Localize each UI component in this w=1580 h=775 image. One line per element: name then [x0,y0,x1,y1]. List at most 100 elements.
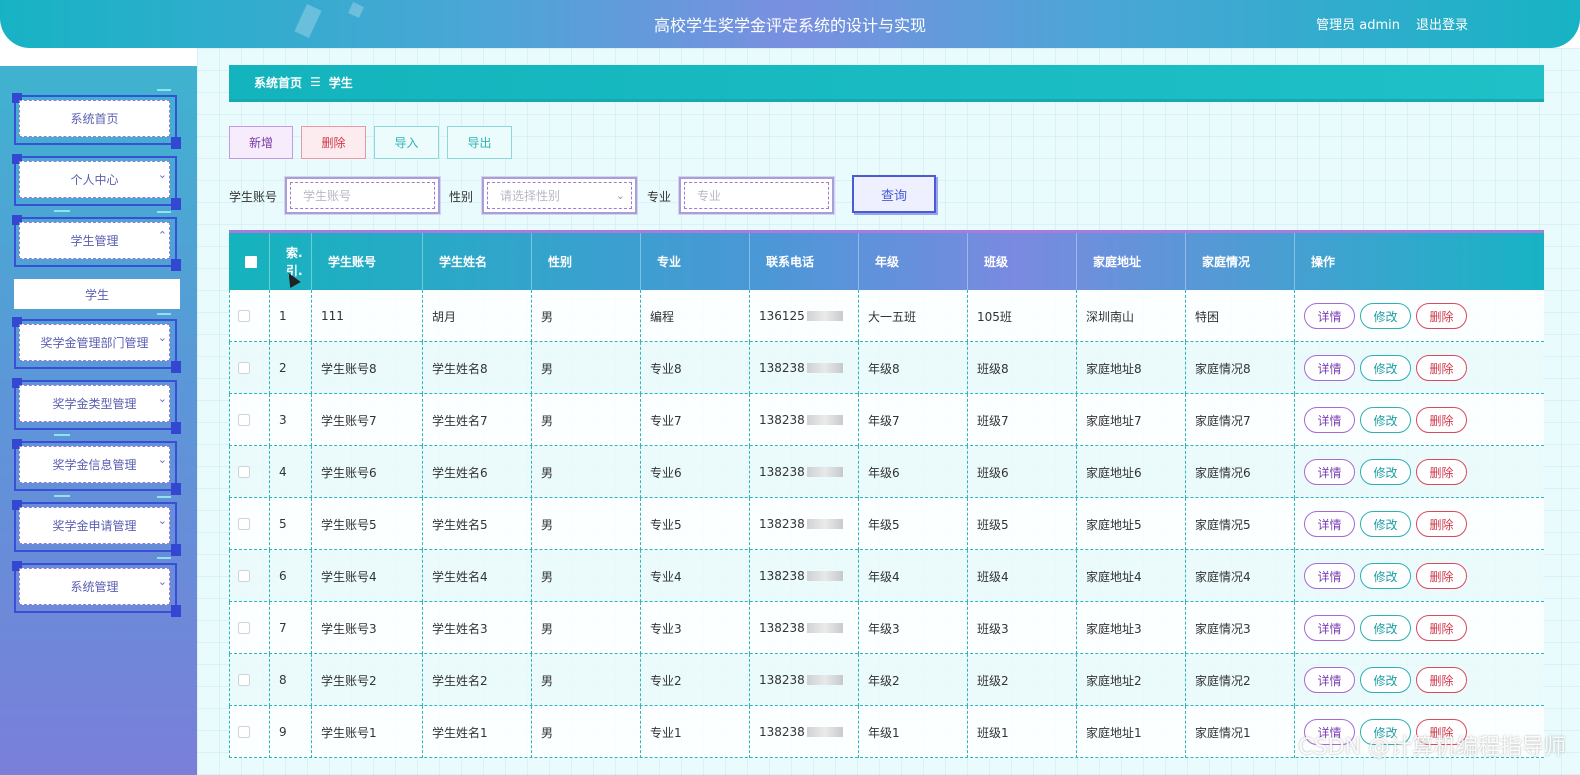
frame-tick [54,434,70,436]
row-checkbox[interactable] [238,310,250,322]
cell-address: 家庭地址2 [1077,654,1186,706]
row-checkbox[interactable] [238,362,250,374]
cell-index: 1 [270,290,312,342]
delete-button[interactable]: 删除 [1416,407,1467,433]
header-grade: 年级 [859,233,968,290]
edit-button[interactable]: 修改 [1360,667,1411,693]
edit-button[interactable]: 修改 [1360,407,1411,433]
cell-major: 专业2 [641,654,750,706]
export-button[interactable]: 导出 [447,126,512,159]
top-header: 高校学生奖学金评定系统的设计与实现 管理员 admin 退出登录 [0,0,1580,48]
select-all-checkbox[interactable] [245,255,257,268]
edit-button[interactable]: 修改 [1360,303,1411,329]
cell-index-text: 2 [279,361,287,375]
row-checkbox[interactable] [238,518,250,530]
sidebar-item-scholarship-dept[interactable]: 奖学金管理部门管理 ⌄ [12,313,181,373]
cell-family-text: 家庭情况1 [1195,725,1251,740]
cell-name: 学生姓名3 [423,602,532,654]
phone-redaction [806,519,843,529]
delete-button[interactable]: 删除 [1416,355,1467,381]
detail-button[interactable]: 详情 [1304,407,1355,433]
sidebar-item-label[interactable]: 系统首页 [19,100,170,137]
main-content: 系统首页 ☰ 学生 新增 删除 导入 导出 学生账号 学生账号 性别 请选择性别… [197,48,1580,775]
import-button[interactable]: 导入 [374,126,439,159]
sidebar-item-label[interactable]: 奖学金管理部门管理 [19,324,170,361]
cell-family: 家庭情况5 [1186,498,1295,550]
row-checkbox[interactable] [238,414,250,426]
batch-delete-button[interactable]: 删除 [301,126,366,159]
delete-button[interactable]: 删除 [1416,459,1467,485]
cell-class: 班级2 [968,654,1077,706]
cell-family: 家庭情况1 [1186,706,1295,758]
cell-family: 家庭情况7 [1186,394,1295,446]
delete-button[interactable]: 删除 [1416,303,1467,329]
gender-select[interactable]: 请选择性别 ⌄ [482,177,637,214]
table-row: 4 学生账号6 学生姓名6 男 专业6 138238 年级6 班级6 家庭地址6 家庭情况6 详情修… [229,446,1544,498]
phone-redaction [806,623,843,633]
major-input[interactable]: 专业 [679,177,834,214]
detail-button[interactable]: 详情 [1304,303,1355,329]
cell-grade: 年级7 [859,394,968,446]
sidebar-item-label[interactable]: 奖学金申请管理 [19,507,170,544]
detail-button[interactable]: 详情 [1304,355,1355,381]
sidebar-item-student-management[interactable]: 学生管理 ⌃ [12,211,181,271]
add-button[interactable]: 新增 [229,126,293,159]
major-placeholder[interactable]: 专业 [684,182,829,209]
edit-button[interactable]: 修改 [1360,511,1411,537]
cell-phone: 138238 [750,498,859,550]
header-actions: 操作 [1311,255,1336,269]
sidebar-item-label[interactable]: 学生管理 [19,222,170,259]
breadcrumb-current: 学生 [328,75,353,90]
delete-button[interactable]: 删除 [1416,563,1467,589]
sidebar-item-label[interactable]: 系统管理 [19,568,170,605]
row-checkbox[interactable] [238,570,250,582]
breadcrumb-home[interactable]: 系统首页 [254,74,302,91]
delete-button[interactable]: 删除 [1416,511,1467,537]
cell-select [229,706,270,758]
cell-name: 学生姓名6 [423,446,532,498]
sidebar-item-label[interactable]: 奖学金类型管理 [19,385,170,422]
header-index-top: 索. [286,245,303,260]
account-placeholder[interactable]: 学生账号 [290,182,435,209]
select-all-cell[interactable] [229,233,270,290]
gender-placeholder[interactable]: 请选择性别 [487,182,632,209]
cell-class-text: 班级7 [977,413,1009,428]
phone-redaction [806,363,843,373]
row-checkbox[interactable] [238,674,250,686]
query-button[interactable]: 查询 [852,175,936,213]
row-checkbox[interactable] [238,622,250,634]
delete-button[interactable]: 删除 [1416,615,1467,641]
cell-account: 111 [312,290,423,342]
sidebar-item-scholarship-type[interactable]: 奖学金类型管理 ⌄ [12,378,181,436]
sidebar-item-system-management[interactable]: 系统管理 ⌄ [12,557,181,617]
edit-button[interactable]: 修改 [1360,355,1411,381]
cell-name: 学生姓名2 [423,654,532,706]
detail-button[interactable]: 详情 [1304,615,1355,641]
detail-button[interactable]: 详情 [1304,563,1355,589]
edit-button[interactable]: 修改 [1360,459,1411,485]
detail-button[interactable]: 详情 [1304,511,1355,537]
edit-button[interactable]: 修改 [1360,615,1411,641]
row-checkbox[interactable] [238,726,250,738]
account-input[interactable]: 学生账号 [285,177,440,214]
sidebar-item-scholarship-info[interactable]: 奖学金信息管理 ⌄ [12,439,181,497]
cell-gender-text: 男 [541,725,554,740]
detail-button[interactable]: 详情 [1304,667,1355,693]
frame-tick [157,211,171,213]
logout-link[interactable]: 退出登录 [1416,14,1468,33]
sidebar-item-label[interactable]: 奖学金信息管理 [19,446,170,483]
row-checkbox[interactable] [238,466,250,478]
sidebar-item-personal-center[interactable]: 个人中心 ⌄ [12,154,181,212]
cell-name-text: 学生姓名7 [432,413,488,428]
edit-button[interactable]: 修改 [1360,563,1411,589]
cell-gender: 男 [532,290,641,342]
sidebar-item-scholarship-application[interactable]: 奖学金申请管理 ⌄ [12,496,181,556]
sidebar-subitem-student[interactable]: 学生 [14,279,180,309]
cell-class-text: 班级1 [977,725,1009,740]
sidebar-item-label[interactable]: 个人中心 [19,161,170,198]
sidebar-item-home[interactable]: 系统首页 [12,89,181,149]
chevron-up-icon: ⌃ [157,229,167,242]
delete-button[interactable]: 删除 [1416,667,1467,693]
account-label: 学生账号 [229,190,278,204]
detail-button[interactable]: 详情 [1304,459,1355,485]
